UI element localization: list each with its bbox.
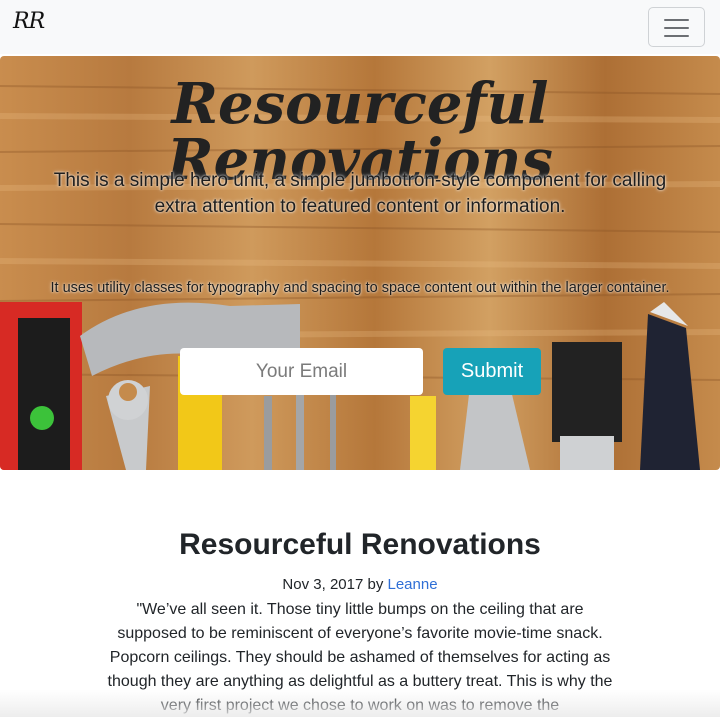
hero-sub-text: It uses utility classes for typography a… <box>50 280 670 296</box>
bottom-fade <box>0 690 720 717</box>
hero-lead-text: This is a simple hero unit, a simple jum… <box>53 170 667 217</box>
author-link[interactable]: Leanne <box>388 576 438 593</box>
navbar: RR <box>0 0 720 54</box>
article-date: Nov 3, 2017 <box>282 576 364 593</box>
hamburger-menu-icon <box>664 19 689 21</box>
article-by: by <box>367 576 384 593</box>
article-meta: Nov 3, 2017 by Leanne <box>0 576 720 593</box>
article-title: Resourceful Renovations <box>179 528 541 561</box>
email-input[interactable] <box>180 348 423 395</box>
brand-logo[interactable]: RR <box>13 9 45 34</box>
hero-jumbotron: Resourceful Renovations This is a simple… <box>0 56 720 470</box>
navbar-toggle-button[interactable] <box>648 7 705 47</box>
submit-button[interactable]: Submit <box>443 348 541 395</box>
